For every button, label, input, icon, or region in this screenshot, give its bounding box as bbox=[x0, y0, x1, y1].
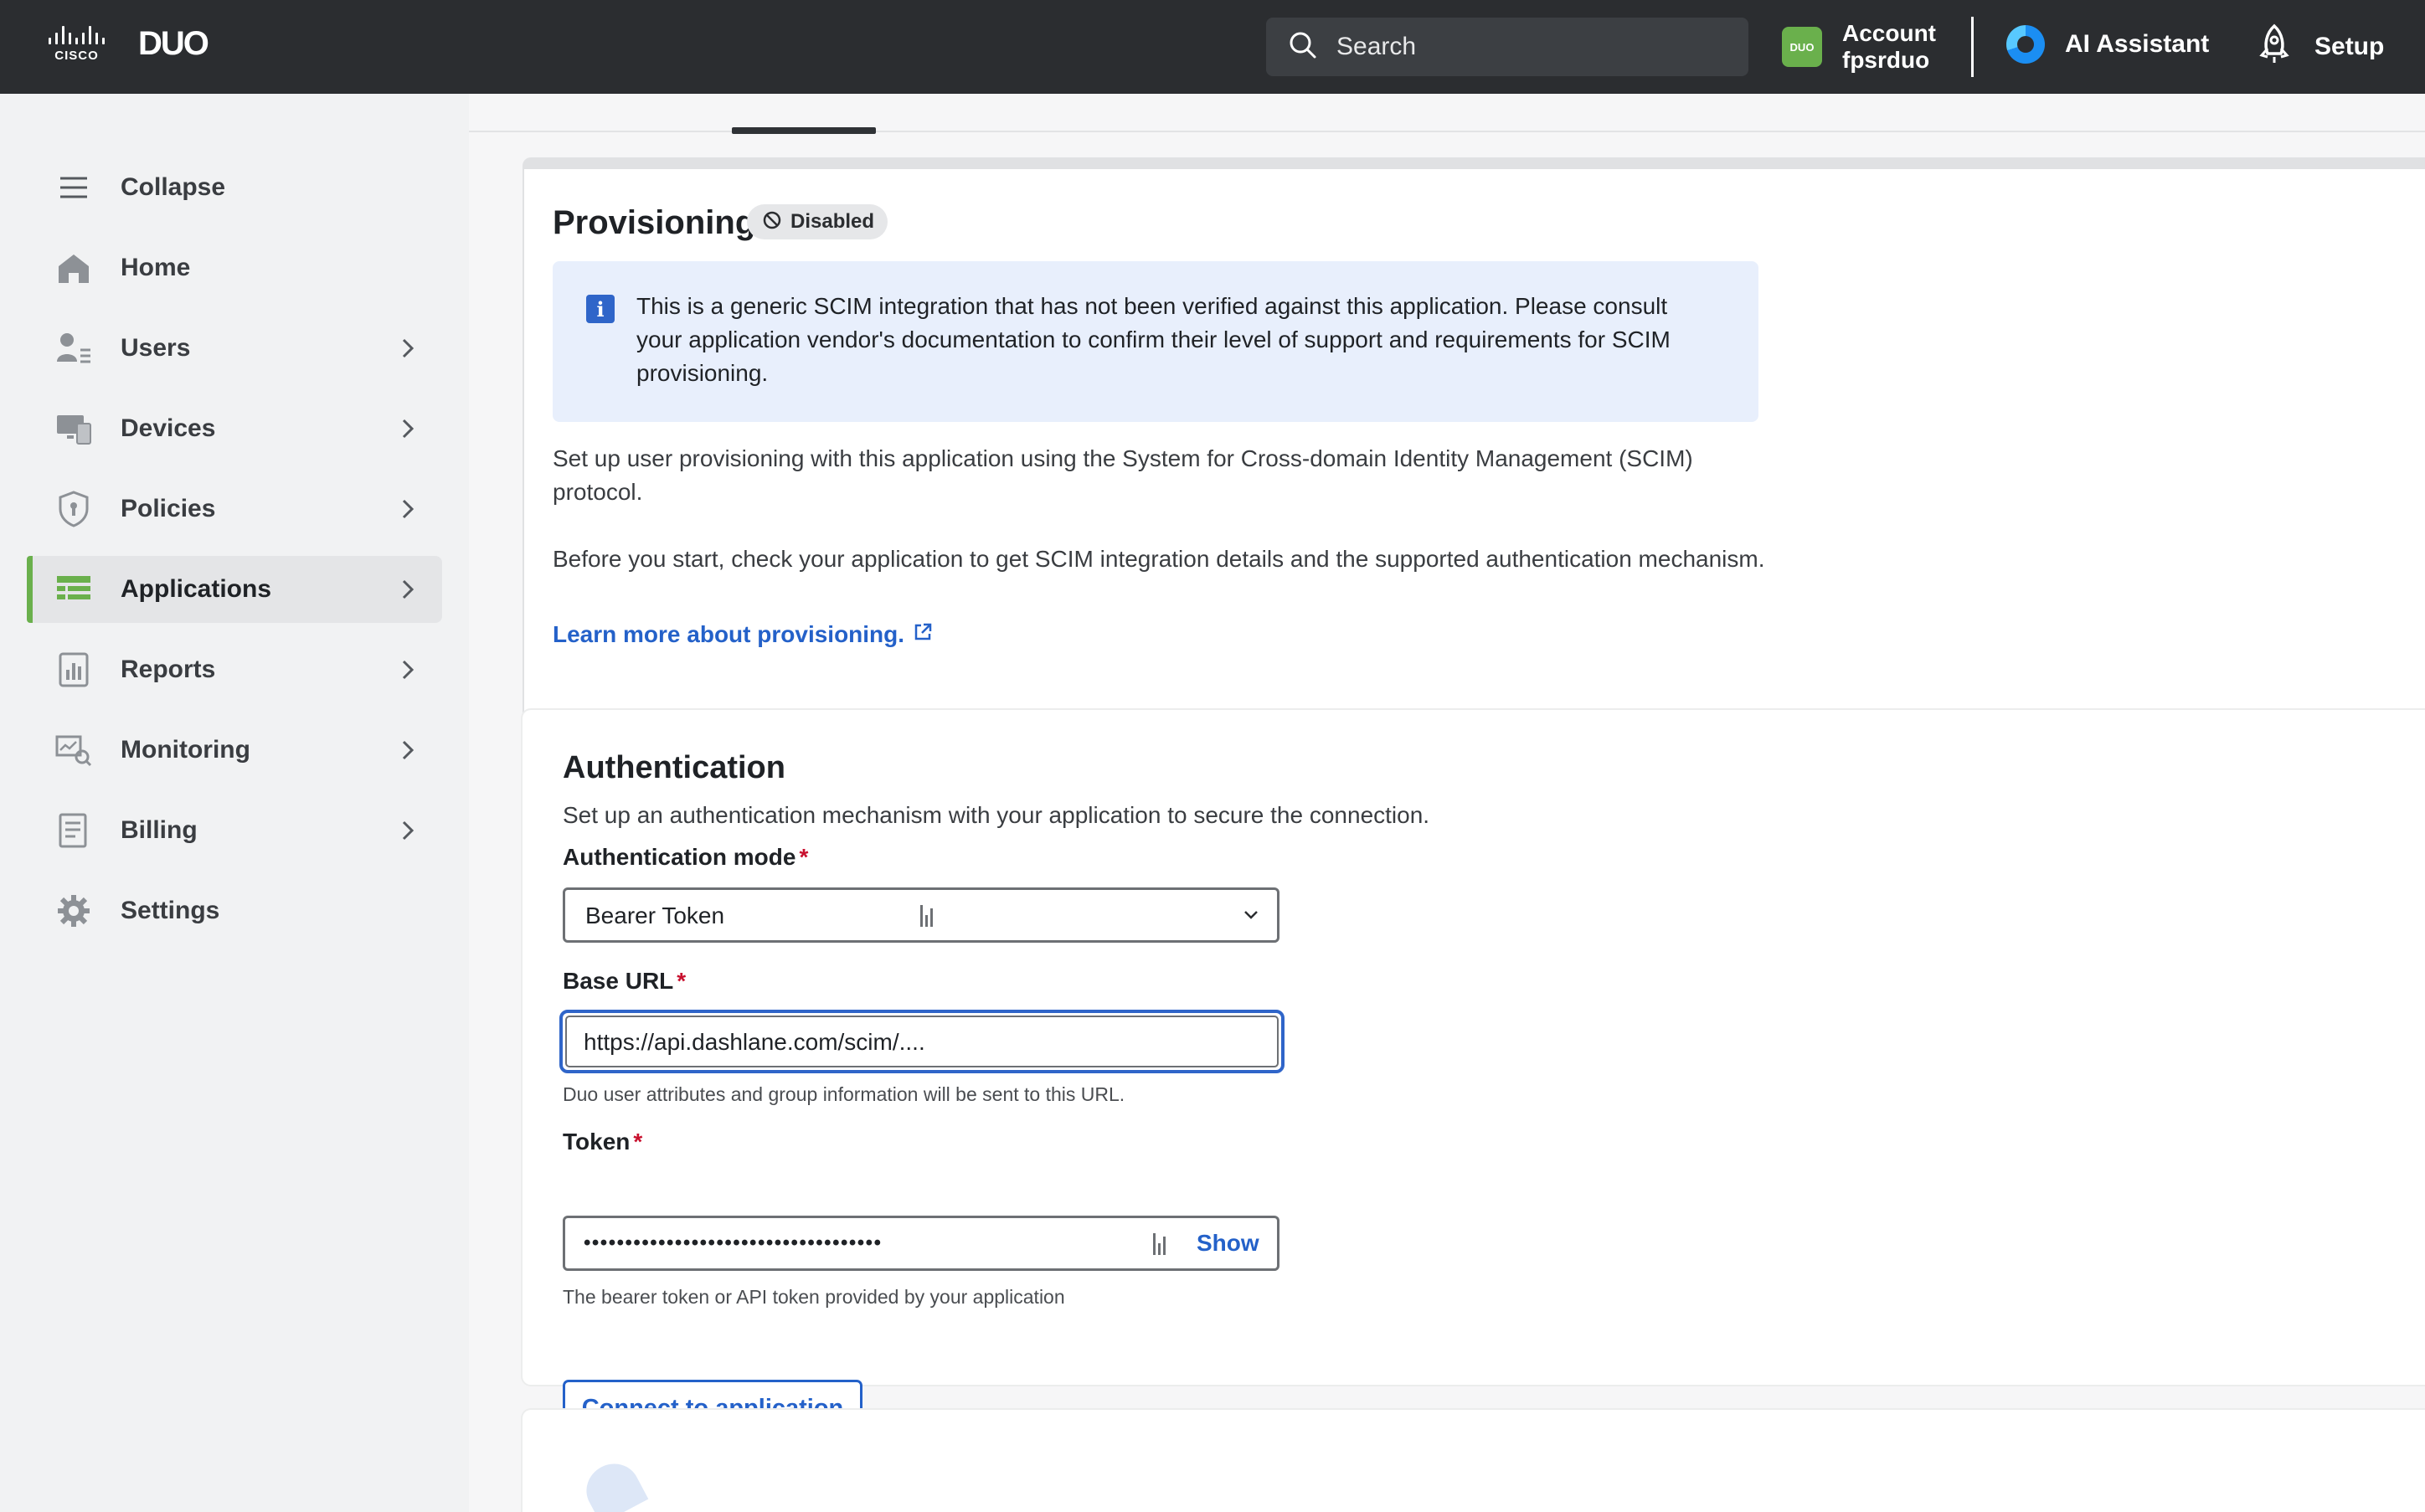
chevron-right-icon bbox=[395, 336, 420, 361]
home-icon bbox=[55, 249, 92, 286]
status-badge: Disabled bbox=[747, 204, 888, 239]
sidebar-item-label: Users bbox=[121, 334, 191, 362]
cisco-logo: CISCO bbox=[49, 25, 105, 63]
monitoring-icon bbox=[55, 732, 92, 769]
account-menu[interactable]: DUO Account fpsrduo bbox=[1782, 20, 1936, 74]
sidebar-item-label: Reports bbox=[121, 656, 216, 683]
auth-mode-label: Authentication mode * bbox=[563, 844, 808, 871]
provisioning-description: Set up user provisioning with this appli… bbox=[553, 445, 1693, 505]
main-content: Provisioning Disabled i This is a generi… bbox=[469, 94, 2425, 1512]
base-url-label-text: Base URL bbox=[563, 968, 674, 994]
topbar-divider bbox=[1971, 17, 1974, 77]
top-bar: CISCO DUO Search DUO Account fpsrduo AI … bbox=[0, 0, 2425, 94]
chevron-right-icon bbox=[395, 657, 420, 682]
sidebar-item-label: Collapse bbox=[121, 173, 226, 201]
authentication-description: Set up an authentication mechanism with … bbox=[563, 802, 1430, 828]
reports-icon bbox=[55, 651, 92, 688]
chevron-right-icon bbox=[395, 496, 420, 522]
chevron-down-icon bbox=[1242, 905, 1260, 928]
password-manager-icon bbox=[1153, 1233, 1166, 1255]
password-manager-icon bbox=[920, 905, 933, 927]
sidebar-item-label: Billing bbox=[121, 816, 198, 844]
sidebar-item-devices[interactable]: Devices bbox=[27, 395, 442, 462]
sidebar-item-collapse[interactable]: Collapse bbox=[27, 154, 442, 221]
billing-icon bbox=[55, 812, 92, 849]
learn-more-link-label: Learn more about provisioning. bbox=[553, 621, 905, 647]
active-tab-indicator bbox=[732, 127, 876, 134]
chevron-right-icon bbox=[395, 416, 420, 441]
token-value: •••••••••••••••••••••••••••••••••••• bbox=[584, 1232, 883, 1254]
sidebar-item-label: Devices bbox=[121, 414, 216, 442]
sidebar-item-label: Applications bbox=[121, 575, 272, 603]
ai-assistant-button[interactable]: AI Assistant bbox=[2006, 25, 2209, 64]
sidebar-item-billing[interactable]: Billing bbox=[27, 797, 442, 864]
info-alert-text: This is a generic SCIM integration that … bbox=[636, 293, 1671, 386]
sidebar-item-users[interactable]: Users bbox=[27, 315, 442, 382]
setup-button[interactable]: Setup bbox=[2258, 23, 2384, 69]
required-marker: * bbox=[633, 1129, 643, 1155]
base-url-label: Base URL * bbox=[563, 968, 686, 995]
shield-icon bbox=[55, 491, 92, 527]
sidebar-item-policies[interactable]: Policies bbox=[27, 476, 442, 543]
sidebar-item-reports[interactable]: Reports bbox=[27, 636, 442, 703]
sidebar-item-applications[interactable]: Applications bbox=[27, 556, 442, 623]
duo-logo: DUO bbox=[138, 25, 209, 62]
setup-label: Setup bbox=[2314, 32, 2385, 60]
token-help: The bearer token or API token provided b… bbox=[563, 1286, 1065, 1308]
sidebar-item-monitoring[interactable]: Monitoring bbox=[27, 717, 442, 784]
show-token-button[interactable]: Show bbox=[1197, 1230, 1259, 1257]
external-link-icon bbox=[913, 621, 933, 648]
info-alert: i This is a generic SCIM integration tha… bbox=[553, 261, 1758, 422]
status-badge-label: Disabled bbox=[790, 210, 875, 233]
brand-logo[interactable]: CISCO DUO bbox=[49, 25, 209, 63]
learn-more-link[interactable]: Learn more about provisioning. bbox=[553, 621, 933, 648]
provisioning-card: Provisioning Disabled i This is a generi… bbox=[523, 157, 2425, 774]
chevron-right-icon bbox=[395, 738, 420, 763]
sidebar-item-home[interactable]: Home bbox=[27, 234, 442, 301]
ai-assistant-icon bbox=[2006, 25, 2045, 64]
menu-icon bbox=[55, 169, 92, 206]
auth-mode-select[interactable]: Bearer Token bbox=[563, 887, 1279, 943]
info-icon: i bbox=[586, 295, 615, 323]
search-input[interactable]: Search bbox=[1266, 18, 1748, 76]
account-label: Account bbox=[1842, 20, 1936, 46]
provisioning-prerequisite: Before you start, check your application… bbox=[553, 546, 1765, 572]
sidebar-item-label: Policies bbox=[121, 495, 216, 522]
required-marker: * bbox=[799, 844, 809, 870]
rocket-icon bbox=[2258, 23, 2291, 69]
sidebar-item-label: Settings bbox=[121, 897, 220, 924]
account-avatar: DUO bbox=[1782, 27, 1822, 67]
auth-mode-label-text: Authentication mode bbox=[563, 844, 796, 870]
sidebar-item-label: Monitoring bbox=[121, 736, 250, 764]
base-url-value: https://api.dashlane.com/scim/.... bbox=[584, 1029, 925, 1055]
chevron-right-icon bbox=[395, 818, 420, 843]
account-name: fpsrduo bbox=[1842, 47, 1930, 73]
token-label-text: Token bbox=[563, 1129, 631, 1155]
ai-assistant-label: AI Assistant bbox=[2065, 30, 2210, 58]
authentication-title: Authentication bbox=[563, 750, 785, 785]
chevron-right-icon bbox=[395, 577, 420, 602]
next-section-card bbox=[523, 1410, 2425, 1512]
disabled-icon bbox=[762, 210, 782, 234]
base-url-input[interactable]: https://api.dashlane.com/scim/.... bbox=[559, 1010, 1285, 1073]
search-placeholder: Search bbox=[1336, 33, 1417, 60]
applications-icon bbox=[55, 571, 92, 608]
sidebar-item-label: Home bbox=[121, 254, 191, 281]
authentication-card: Authentication Set up an authentication … bbox=[523, 710, 2425, 1437]
token-input[interactable]: •••••••••••••••••••••••••••••••••••• Sho… bbox=[563, 1216, 1279, 1271]
search-icon bbox=[1288, 30, 1318, 64]
gear-icon bbox=[55, 892, 92, 929]
required-marker: * bbox=[677, 968, 687, 994]
users-icon bbox=[55, 330, 92, 367]
devices-icon bbox=[55, 410, 92, 447]
sidebar: Collapse Home Users Devices Policies App… bbox=[0, 94, 469, 1512]
sidebar-item-settings[interactable]: Settings bbox=[27, 877, 442, 944]
auth-mode-value: Bearer Token bbox=[585, 903, 725, 928]
base-url-help: Duo user attributes and group informatio… bbox=[563, 1083, 1125, 1105]
provisioning-title: Provisioning bbox=[553, 204, 756, 241]
token-label: Token * bbox=[563, 1129, 642, 1155]
